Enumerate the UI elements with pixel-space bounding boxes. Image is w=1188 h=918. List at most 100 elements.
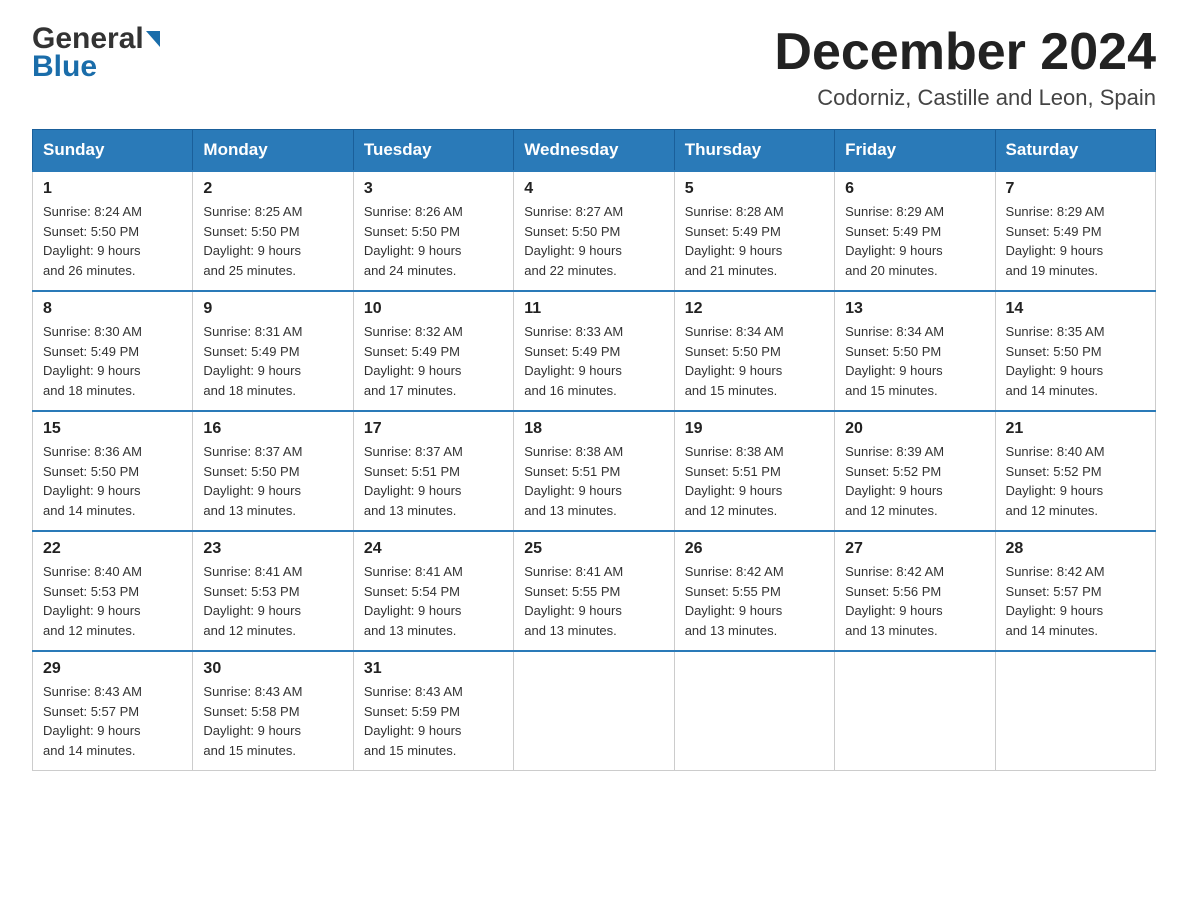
day-number: 18 bbox=[524, 420, 663, 438]
day-number: 2 bbox=[203, 180, 342, 198]
day-number: 28 bbox=[1006, 540, 1145, 558]
page-subtitle: Codorniz, Castille and Leon, Spain bbox=[774, 85, 1156, 111]
logo-blue-text: Blue bbox=[32, 52, 160, 82]
calendar-cell: 28 Sunrise: 8:42 AM Sunset: 5:57 PM Dayl… bbox=[995, 531, 1155, 651]
calendar-cell: 5 Sunrise: 8:28 AM Sunset: 5:49 PM Dayli… bbox=[674, 171, 834, 291]
logo: General Blue bbox=[32, 24, 160, 82]
calendar-table: SundayMondayTuesdayWednesdayThursdayFrid… bbox=[32, 129, 1156, 771]
calendar-cell: 2 Sunrise: 8:25 AM Sunset: 5:50 PM Dayli… bbox=[193, 171, 353, 291]
day-number: 11 bbox=[524, 300, 663, 318]
calendar-cell: 4 Sunrise: 8:27 AM Sunset: 5:50 PM Dayli… bbox=[514, 171, 674, 291]
day-info: Sunrise: 8:30 AM Sunset: 5:49 PM Dayligh… bbox=[43, 322, 182, 400]
day-info: Sunrise: 8:29 AM Sunset: 5:49 PM Dayligh… bbox=[845, 202, 984, 280]
day-number: 22 bbox=[43, 540, 182, 558]
day-number: 8 bbox=[43, 300, 182, 318]
calendar-cell bbox=[835, 651, 995, 771]
calendar-cell: 26 Sunrise: 8:42 AM Sunset: 5:55 PM Dayl… bbox=[674, 531, 834, 651]
day-number: 21 bbox=[1006, 420, 1145, 438]
title-block: December 2024 Codorniz, Castille and Leo… bbox=[774, 24, 1156, 111]
day-info: Sunrise: 8:37 AM Sunset: 5:51 PM Dayligh… bbox=[364, 442, 503, 520]
day-info: Sunrise: 8:39 AM Sunset: 5:52 PM Dayligh… bbox=[845, 442, 984, 520]
calendar-cell: 6 Sunrise: 8:29 AM Sunset: 5:49 PM Dayli… bbox=[835, 171, 995, 291]
calendar-cell: 8 Sunrise: 8:30 AM Sunset: 5:49 PM Dayli… bbox=[33, 291, 193, 411]
calendar-cell: 19 Sunrise: 8:38 AM Sunset: 5:51 PM Dayl… bbox=[674, 411, 834, 531]
day-number: 27 bbox=[845, 540, 984, 558]
day-info: Sunrise: 8:24 AM Sunset: 5:50 PM Dayligh… bbox=[43, 202, 182, 280]
calendar-cell: 25 Sunrise: 8:41 AM Sunset: 5:55 PM Dayl… bbox=[514, 531, 674, 651]
calendar-cell: 30 Sunrise: 8:43 AM Sunset: 5:58 PM Dayl… bbox=[193, 651, 353, 771]
header-cell-thursday: Thursday bbox=[674, 130, 834, 172]
day-info: Sunrise: 8:42 AM Sunset: 5:56 PM Dayligh… bbox=[845, 562, 984, 640]
calendar-cell: 22 Sunrise: 8:40 AM Sunset: 5:53 PM Dayl… bbox=[33, 531, 193, 651]
header-cell-wednesday: Wednesday bbox=[514, 130, 674, 172]
day-info: Sunrise: 8:28 AM Sunset: 5:49 PM Dayligh… bbox=[685, 202, 824, 280]
day-number: 10 bbox=[364, 300, 503, 318]
day-info: Sunrise: 8:36 AM Sunset: 5:50 PM Dayligh… bbox=[43, 442, 182, 520]
day-info: Sunrise: 8:38 AM Sunset: 5:51 PM Dayligh… bbox=[524, 442, 663, 520]
day-number: 24 bbox=[364, 540, 503, 558]
day-number: 17 bbox=[364, 420, 503, 438]
day-info: Sunrise: 8:43 AM Sunset: 5:59 PM Dayligh… bbox=[364, 682, 503, 760]
header-cell-sunday: Sunday bbox=[33, 130, 193, 172]
calendar-cell: 21 Sunrise: 8:40 AM Sunset: 5:52 PM Dayl… bbox=[995, 411, 1155, 531]
header-row: SundayMondayTuesdayWednesdayThursdayFrid… bbox=[33, 130, 1156, 172]
calendar-cell bbox=[514, 651, 674, 771]
day-number: 16 bbox=[203, 420, 342, 438]
day-number: 7 bbox=[1006, 180, 1145, 198]
calendar-week-5: 29 Sunrise: 8:43 AM Sunset: 5:57 PM Dayl… bbox=[33, 651, 1156, 771]
day-info: Sunrise: 8:32 AM Sunset: 5:49 PM Dayligh… bbox=[364, 322, 503, 400]
page-title: December 2024 bbox=[774, 24, 1156, 81]
day-info: Sunrise: 8:42 AM Sunset: 5:55 PM Dayligh… bbox=[685, 562, 824, 640]
day-number: 9 bbox=[203, 300, 342, 318]
day-info: Sunrise: 8:35 AM Sunset: 5:50 PM Dayligh… bbox=[1006, 322, 1145, 400]
day-info: Sunrise: 8:34 AM Sunset: 5:50 PM Dayligh… bbox=[845, 322, 984, 400]
day-info: Sunrise: 8:34 AM Sunset: 5:50 PM Dayligh… bbox=[685, 322, 824, 400]
day-info: Sunrise: 8:38 AM Sunset: 5:51 PM Dayligh… bbox=[685, 442, 824, 520]
calendar-cell: 7 Sunrise: 8:29 AM Sunset: 5:49 PM Dayli… bbox=[995, 171, 1155, 291]
calendar-cell: 9 Sunrise: 8:31 AM Sunset: 5:49 PM Dayli… bbox=[193, 291, 353, 411]
calendar-cell: 23 Sunrise: 8:41 AM Sunset: 5:53 PM Dayl… bbox=[193, 531, 353, 651]
calendar-cell: 27 Sunrise: 8:42 AM Sunset: 5:56 PM Dayl… bbox=[835, 531, 995, 651]
calendar-cell: 16 Sunrise: 8:37 AM Sunset: 5:50 PM Dayl… bbox=[193, 411, 353, 531]
calendar-week-2: 8 Sunrise: 8:30 AM Sunset: 5:49 PM Dayli… bbox=[33, 291, 1156, 411]
day-number: 31 bbox=[364, 660, 503, 678]
day-number: 29 bbox=[43, 660, 182, 678]
day-info: Sunrise: 8:43 AM Sunset: 5:57 PM Dayligh… bbox=[43, 682, 182, 760]
calendar-cell: 10 Sunrise: 8:32 AM Sunset: 5:49 PM Dayl… bbox=[353, 291, 513, 411]
calendar-cell bbox=[995, 651, 1155, 771]
calendar-cell: 13 Sunrise: 8:34 AM Sunset: 5:50 PM Dayl… bbox=[835, 291, 995, 411]
logo-arrow-icon bbox=[146, 31, 160, 47]
calendar-cell: 3 Sunrise: 8:26 AM Sunset: 5:50 PM Dayli… bbox=[353, 171, 513, 291]
day-info: Sunrise: 8:27 AM Sunset: 5:50 PM Dayligh… bbox=[524, 202, 663, 280]
calendar-cell: 12 Sunrise: 8:34 AM Sunset: 5:50 PM Dayl… bbox=[674, 291, 834, 411]
day-number: 25 bbox=[524, 540, 663, 558]
day-number: 5 bbox=[685, 180, 824, 198]
day-info: Sunrise: 8:33 AM Sunset: 5:49 PM Dayligh… bbox=[524, 322, 663, 400]
day-number: 12 bbox=[685, 300, 824, 318]
day-number: 15 bbox=[43, 420, 182, 438]
day-number: 13 bbox=[845, 300, 984, 318]
calendar-cell: 15 Sunrise: 8:36 AM Sunset: 5:50 PM Dayl… bbox=[33, 411, 193, 531]
day-info: Sunrise: 8:43 AM Sunset: 5:58 PM Dayligh… bbox=[203, 682, 342, 760]
calendar-cell: 14 Sunrise: 8:35 AM Sunset: 5:50 PM Dayl… bbox=[995, 291, 1155, 411]
header-cell-friday: Friday bbox=[835, 130, 995, 172]
calendar-cell: 29 Sunrise: 8:43 AM Sunset: 5:57 PM Dayl… bbox=[33, 651, 193, 771]
day-number: 3 bbox=[364, 180, 503, 198]
calendar-cell: 1 Sunrise: 8:24 AM Sunset: 5:50 PM Dayli… bbox=[33, 171, 193, 291]
day-info: Sunrise: 8:41 AM Sunset: 5:53 PM Dayligh… bbox=[203, 562, 342, 640]
calendar-cell: 17 Sunrise: 8:37 AM Sunset: 5:51 PM Dayl… bbox=[353, 411, 513, 531]
day-number: 6 bbox=[845, 180, 984, 198]
calendar-cell: 31 Sunrise: 8:43 AM Sunset: 5:59 PM Dayl… bbox=[353, 651, 513, 771]
day-number: 1 bbox=[43, 180, 182, 198]
day-info: Sunrise: 8:40 AM Sunset: 5:52 PM Dayligh… bbox=[1006, 442, 1145, 520]
day-info: Sunrise: 8:31 AM Sunset: 5:49 PM Dayligh… bbox=[203, 322, 342, 400]
calendar-cell: 20 Sunrise: 8:39 AM Sunset: 5:52 PM Dayl… bbox=[835, 411, 995, 531]
day-number: 19 bbox=[685, 420, 824, 438]
calendar-week-4: 22 Sunrise: 8:40 AM Sunset: 5:53 PM Dayl… bbox=[33, 531, 1156, 651]
day-info: Sunrise: 8:40 AM Sunset: 5:53 PM Dayligh… bbox=[43, 562, 182, 640]
header-cell-tuesday: Tuesday bbox=[353, 130, 513, 172]
calendar-week-3: 15 Sunrise: 8:36 AM Sunset: 5:50 PM Dayl… bbox=[33, 411, 1156, 531]
calendar-cell: 24 Sunrise: 8:41 AM Sunset: 5:54 PM Dayl… bbox=[353, 531, 513, 651]
day-number: 26 bbox=[685, 540, 824, 558]
calendar-body: 1 Sunrise: 8:24 AM Sunset: 5:50 PM Dayli… bbox=[33, 171, 1156, 771]
